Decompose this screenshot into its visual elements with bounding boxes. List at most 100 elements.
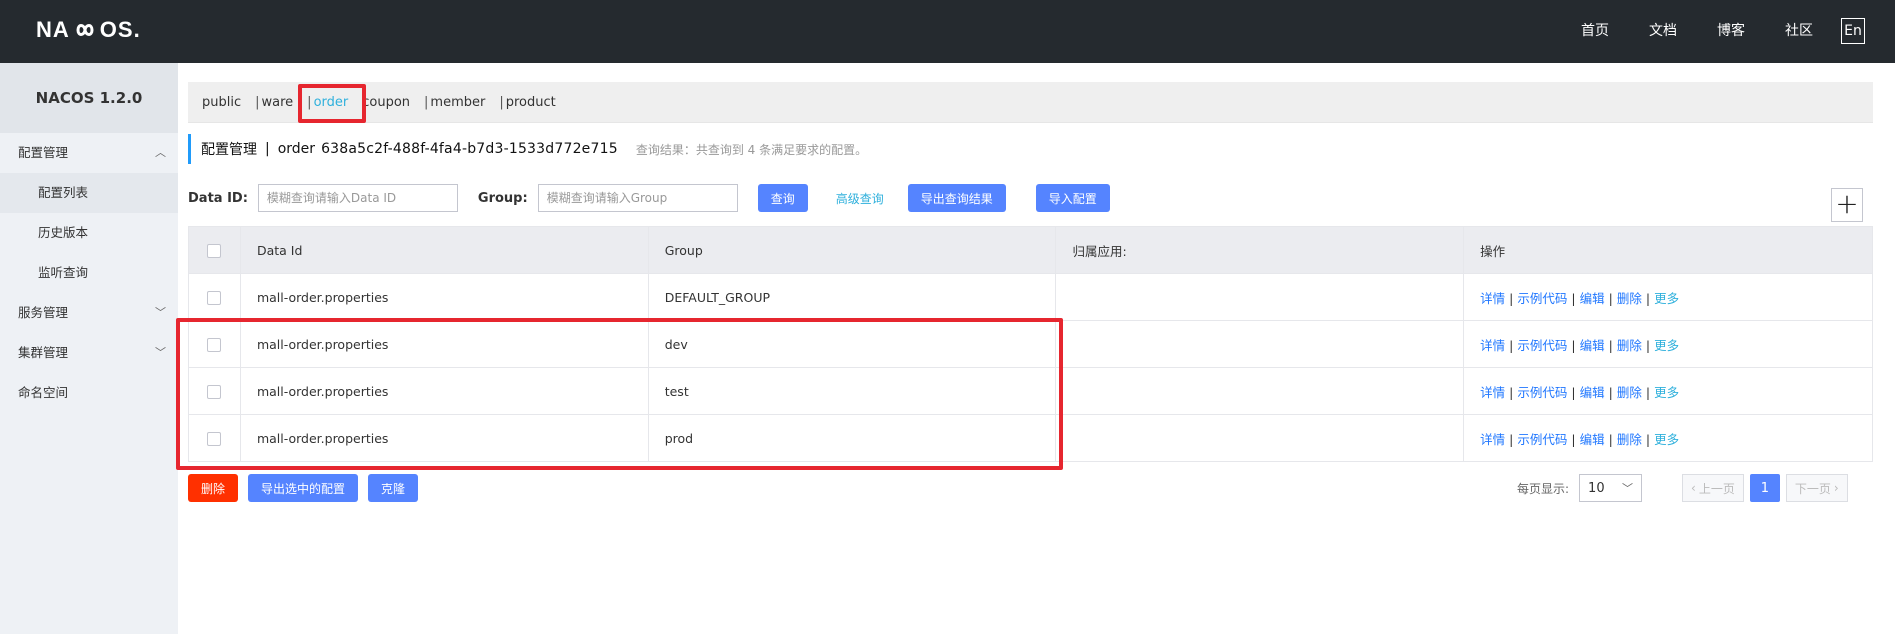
sidebar-item-label: 集群管理 bbox=[18, 345, 69, 360]
sidebar-item-service-management[interactable]: 服务管理 ﹀ bbox=[0, 293, 178, 333]
op-delete-link[interactable]: 删除 bbox=[1617, 432, 1642, 447]
op-sample-code-link[interactable]: 示例代码 bbox=[1517, 432, 1567, 447]
cell-data-id: mall-order.properties bbox=[239, 273, 649, 321]
current-page-button[interactable]: 1 bbox=[1749, 474, 1780, 502]
infinity-logo-icon bbox=[71, 19, 99, 41]
page-title-text: 配置管理 bbox=[201, 142, 257, 158]
delete-selected-button[interactable]: 删除 bbox=[188, 474, 239, 502]
column-header-ops: 操作 bbox=[1463, 226, 1873, 274]
nav-home[interactable]: 首页 bbox=[1581, 17, 1609, 45]
op-detail-link[interactable]: 详情 bbox=[1480, 338, 1505, 353]
namespace-product[interactable]: product bbox=[506, 95, 556, 110]
title-separator: | bbox=[265, 141, 270, 157]
namespace-ware[interactable]: ware bbox=[262, 95, 294, 110]
sidebar-item-history[interactable]: 历史版本 bbox=[0, 213, 178, 253]
op-more-link[interactable]: 更多 bbox=[1654, 291, 1679, 306]
sidebar-item-cluster-management[interactable]: 集群管理 ﹀ bbox=[0, 333, 178, 373]
op-edit-link[interactable]: 编辑 bbox=[1580, 338, 1605, 353]
nav-blog[interactable]: 博客 bbox=[1717, 17, 1745, 45]
table-header-row: Data Id Group 归属应用: 操作 bbox=[188, 226, 1873, 274]
pagination: 每页显示: 10 ﹀ ‹ 上一页 1 下一页 › bbox=[1517, 474, 1848, 502]
op-more-link[interactable]: 更多 bbox=[1654, 338, 1679, 353]
data-id-input[interactable] bbox=[257, 184, 458, 212]
clone-button[interactable]: 克隆 bbox=[368, 474, 419, 502]
prev-page-button[interactable]: ‹ 上一页 bbox=[1682, 474, 1744, 502]
nacos-logo[interactable]: NA OS. bbox=[36, 16, 141, 44]
chevron-down-icon: ﹀ bbox=[155, 306, 166, 319]
top-header: NA OS. 首页 文档 博客 社区 En bbox=[0, 0, 1895, 63]
cell-ops: 详情 | 示例代码 | 编辑 | 删除 | 更多 bbox=[1463, 320, 1873, 368]
namespace-member[interactable]: member bbox=[430, 95, 485, 110]
import-config-button[interactable]: 导入配置 bbox=[1035, 184, 1110, 212]
op-sample-code-link[interactable]: 示例代码 bbox=[1517, 338, 1567, 353]
cell-app bbox=[1055, 273, 1465, 321]
chevron-up-icon: ︿ bbox=[155, 146, 166, 159]
op-sample-code-link[interactable]: 示例代码 bbox=[1517, 385, 1567, 400]
cell-ops: 详情 | 示例代码 | 编辑 | 删除 | 更多 bbox=[1463, 367, 1873, 415]
per-page-select[interactable]: 10 ﹀ bbox=[1579, 474, 1643, 502]
op-more-link[interactable]: 更多 bbox=[1654, 385, 1679, 400]
op-detail-link[interactable]: 详情 bbox=[1480, 385, 1505, 400]
nav-docs[interactable]: 文档 bbox=[1649, 17, 1677, 45]
column-header-app: 归属应用: bbox=[1055, 226, 1465, 274]
advanced-query-link[interactable]: 高级查询 bbox=[836, 190, 884, 207]
current-namespace: order bbox=[277, 141, 316, 157]
cell-group: DEFAULT_GROUP bbox=[647, 273, 1057, 321]
export-query-result-button[interactable]: 导出查询结果 bbox=[907, 184, 1006, 212]
chevron-down-icon: ﹀ bbox=[155, 346, 166, 359]
sidebar: NACOS 1.2.0 配置管理 ︿ 配置列表 历史版本 监听查询 服务管理 ﹀… bbox=[0, 63, 178, 634]
highlight-box-rows bbox=[176, 318, 1063, 470]
top-nav: 首页 文档 博客 社区 En bbox=[1541, 17, 1865, 45]
select-all-checkbox[interactable] bbox=[207, 243, 222, 258]
namespace-id: 638a5c2f-488f-4fa4-b7d3-1533d772e715 bbox=[321, 141, 618, 157]
search-bar: Data ID: Group: 查询 高级查询 导出查询结果 导入配置 bbox=[188, 183, 1878, 213]
sidebar-item-label: 服务管理 bbox=[18, 305, 69, 320]
export-selected-button[interactable]: 导出选中的配置 bbox=[248, 474, 359, 502]
op-more-link[interactable]: 更多 bbox=[1654, 432, 1679, 447]
add-config-button[interactable]: + bbox=[1831, 188, 1863, 222]
sidebar-item-label: 配置管理 bbox=[18, 145, 69, 160]
namespace-coupon[interactable]: coupon bbox=[362, 95, 410, 110]
sidebar-item-label: 命名空间 bbox=[18, 385, 69, 400]
cell-app bbox=[1055, 414, 1465, 462]
group-input[interactable] bbox=[537, 184, 738, 212]
nav-community[interactable]: 社区 bbox=[1785, 17, 1813, 45]
op-sample-code-link[interactable]: 示例代码 bbox=[1517, 291, 1567, 306]
sidebar-item-namespace[interactable]: 命名空间 bbox=[0, 373, 178, 413]
page-title: 配置管理 | order 638a5c2f-488f-4fa4-b7d3-153… bbox=[188, 134, 867, 164]
op-delete-link[interactable]: 删除 bbox=[1617, 291, 1642, 306]
table-row: mall-order.properties DEFAULT_GROUP 详情 | 示… bbox=[188, 273, 1873, 321]
op-detail-link[interactable]: 详情 bbox=[1480, 432, 1505, 447]
column-header-group: Group bbox=[647, 226, 1057, 274]
language-switch-button[interactable]: En bbox=[1841, 18, 1865, 44]
namespace-separator: | bbox=[424, 94, 429, 110]
cell-app bbox=[1055, 367, 1465, 415]
prev-page-label: 上一页 bbox=[1698, 481, 1735, 496]
sidebar-version-title: NACOS 1.2.0 bbox=[0, 63, 178, 133]
per-page-label: 每页显示: bbox=[1517, 481, 1570, 496]
op-delete-link[interactable]: 删除 bbox=[1617, 385, 1642, 400]
op-edit-link[interactable]: 编辑 bbox=[1580, 291, 1605, 306]
op-edit-link[interactable]: 编辑 bbox=[1580, 432, 1605, 447]
query-button[interactable]: 查询 bbox=[757, 184, 808, 212]
sidebar-item-config-list[interactable]: 配置列表 bbox=[0, 173, 178, 213]
sidebar-item-listener-query[interactable]: 监听查询 bbox=[0, 253, 178, 293]
chevron-down-icon: ﹀ bbox=[1622, 482, 1634, 495]
per-page-value: 10 bbox=[1588, 480, 1605, 496]
select-all-cell bbox=[188, 226, 241, 274]
op-edit-link[interactable]: 编辑 bbox=[1580, 385, 1605, 400]
namespace-separator: | bbox=[499, 94, 504, 110]
next-page-button[interactable]: 下一页 › bbox=[1785, 474, 1848, 502]
bulk-actions: 删除 导出选中的配置 克隆 bbox=[188, 474, 428, 502]
row-checkbox[interactable] bbox=[207, 290, 222, 305]
op-detail-link[interactable]: 详情 bbox=[1480, 291, 1505, 306]
sidebar-item-config-management[interactable]: 配置管理 ︿ bbox=[0, 133, 178, 173]
cell-app bbox=[1055, 320, 1465, 368]
column-header-data-id: Data Id bbox=[239, 226, 649, 274]
group-label: Group: bbox=[477, 190, 528, 206]
cell-ops: 详情 | 示例代码 | 编辑 | 删除 | 更多 bbox=[1463, 414, 1873, 462]
row-checkbox-cell bbox=[188, 273, 241, 321]
op-delete-link[interactable]: 删除 bbox=[1617, 338, 1642, 353]
chevron-right-icon: › bbox=[1833, 481, 1839, 495]
namespace-public[interactable]: public bbox=[202, 95, 241, 110]
